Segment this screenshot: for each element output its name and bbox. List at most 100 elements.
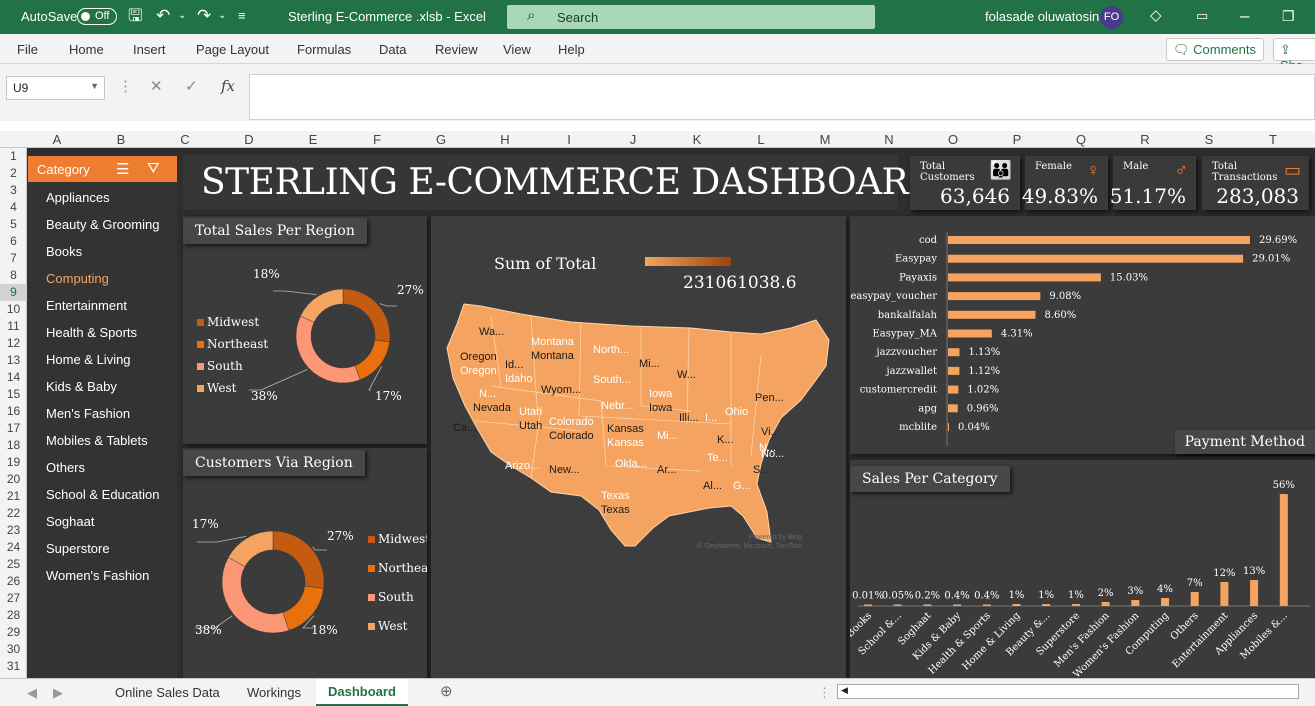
row-header[interactable]: 16 [0, 403, 27, 420]
row-header[interactable]: 30 [0, 641, 27, 658]
column-header[interactable]: K [665, 132, 729, 147]
undo-dropdown-icon[interactable]: ⌄ [178, 6, 186, 26]
row-header[interactable]: 26 [0, 573, 27, 590]
name-box[interactable]: U9 ▼ [6, 76, 105, 100]
row-header[interactable]: 1 [0, 148, 27, 165]
menu-formulas[interactable]: Formulas [297, 42, 351, 57]
column-header[interactable]: E [281, 132, 345, 147]
slicer-item[interactable]: Mobiles & Tablets [46, 433, 148, 448]
column-header[interactable]: P [985, 132, 1049, 147]
row-header[interactable]: 9 [0, 284, 27, 301]
row-header[interactable]: 18 [0, 437, 27, 454]
scroll-left-icon[interactable]: ◀ [841, 685, 848, 696]
enter-icon[interactable]: ✓ [185, 77, 198, 95]
add-sheet-icon[interactable]: ⊕ [440, 682, 453, 700]
autosave-toggle[interactable]: Off [77, 8, 117, 25]
horizontal-scrollbar[interactable]: ◀ [837, 684, 1299, 699]
menu-file[interactable]: File [17, 42, 38, 57]
row-header[interactable]: 5 [0, 216, 27, 233]
column-header[interactable]: M [793, 132, 857, 147]
menu-page-layout[interactable]: Page Layout [196, 42, 269, 57]
row-header[interactable]: 21 [0, 488, 27, 505]
row-header[interactable]: 10 [0, 301, 27, 318]
slicer-item[interactable]: Home & Living [46, 352, 131, 367]
column-header[interactable]: O [921, 132, 985, 147]
customize-toolbar-icon[interactable]: ≡ [238, 6, 246, 26]
row-header[interactable]: 15 [0, 386, 27, 403]
ribbon-display-icon[interactable]: ▭ [1196, 6, 1208, 26]
row-header[interactable]: 6 [0, 233, 27, 250]
row-header[interactable]: 14 [0, 369, 27, 386]
row-header[interactable]: 20 [0, 471, 27, 488]
column-header[interactable]: B [89, 132, 153, 147]
slicer-item[interactable]: Books [46, 244, 82, 259]
avatar[interactable]: FO [1100, 6, 1123, 29]
menu-data[interactable]: Data [379, 42, 406, 57]
row-header[interactable]: 19 [0, 454, 27, 471]
row-header[interactable]: 28 [0, 607, 27, 624]
row-header[interactable]: 3 [0, 182, 27, 199]
menu-help[interactable]: Help [558, 42, 585, 57]
minimize-icon[interactable]: – [1240, 6, 1249, 26]
multi-select-icon[interactable]: ☰ [116, 160, 129, 178]
row-header[interactable]: 4 [0, 199, 27, 216]
search-box[interactable]: ⌕ Search [507, 5, 875, 29]
clear-filter-icon[interactable]: ⛛ [147, 160, 160, 177]
row-header[interactable]: 17 [0, 420, 27, 437]
diamond-icon[interactable]: ◇ [1150, 6, 1162, 26]
column-header[interactable]: L [729, 132, 793, 147]
row-header[interactable]: 24 [0, 539, 27, 556]
row-header[interactable]: 12 [0, 335, 27, 352]
menu-insert[interactable]: Insert [133, 42, 166, 57]
scroll-tabs-right-icon[interactable]: ▶ [53, 685, 63, 701]
row-header[interactable]: 8 [0, 267, 27, 284]
undo-icon[interactable]: ↶ [156, 6, 170, 26]
column-header[interactable]: I [537, 132, 601, 147]
column-header[interactable]: D [217, 132, 281, 147]
slicer-item[interactable]: Superstore [46, 541, 110, 556]
slicer-item[interactable]: Kids & Baby [46, 379, 117, 394]
column-header[interactable]: N [857, 132, 921, 147]
redo-dropdown-icon[interactable]: ⌄ [218, 6, 226, 26]
column-header[interactable]: T [1241, 132, 1305, 147]
menu-home[interactable]: Home [69, 42, 104, 57]
cancel-icon[interactable]: ✕ [150, 77, 163, 95]
save-icon[interactable]: 🖫 [128, 6, 142, 26]
column-header[interactable]: C [153, 132, 217, 147]
row-header[interactable]: 7 [0, 250, 27, 267]
tab-workings[interactable]: Workings [247, 685, 301, 700]
slicer-item[interactable]: School & Education [46, 487, 159, 502]
share-button[interactable]: ⇪ Sha [1273, 38, 1315, 73]
slicer-item[interactable]: Men's Fashion [46, 406, 130, 421]
slicer-item[interactable]: Beauty & Grooming [46, 217, 159, 232]
comments-button[interactable]: 🗨 Comments [1166, 38, 1264, 61]
menu-view[interactable]: View [503, 42, 531, 57]
tab-online-sales-data[interactable]: Online Sales Data [115, 685, 220, 700]
insert-function-button[interactable]: fx [221, 77, 235, 95]
chevron-down-icon[interactable]: ▼ [90, 81, 99, 91]
redo-icon[interactable]: ↷ [197, 6, 211, 26]
column-header[interactable]: F [345, 132, 409, 147]
column-header[interactable]: H [473, 132, 537, 147]
slicer-item[interactable]: Women's Fashion [46, 568, 149, 583]
row-header[interactable]: 29 [0, 624, 27, 641]
column-header[interactable]: J [601, 132, 665, 147]
restore-icon[interactable]: ❐ [1282, 6, 1295, 26]
slicer-item[interactable]: Soghaat [46, 514, 94, 529]
column-header[interactable]: A [25, 132, 89, 147]
slicer-item[interactable]: Computing [46, 271, 109, 286]
row-header[interactable]: 2 [0, 165, 27, 182]
row-header[interactable]: 23 [0, 522, 27, 539]
row-header[interactable]: 11 [0, 318, 27, 335]
row-header[interactable]: 22 [0, 505, 27, 522]
column-header[interactable]: Q [1049, 132, 1113, 147]
slicer-item[interactable]: Others [46, 460, 85, 475]
slicer-item[interactable]: Appliances [46, 190, 110, 205]
row-header[interactable]: 25 [0, 556, 27, 573]
scroll-tabs-left-icon[interactable]: ◀ [27, 685, 37, 701]
row-header[interactable]: 13 [0, 352, 27, 369]
menu-review[interactable]: Review [435, 42, 478, 57]
tab-dashboard[interactable]: Dashboard [316, 679, 408, 706]
formula-input[interactable] [249, 74, 1315, 120]
slicer-item[interactable]: Entertainment [46, 298, 127, 313]
